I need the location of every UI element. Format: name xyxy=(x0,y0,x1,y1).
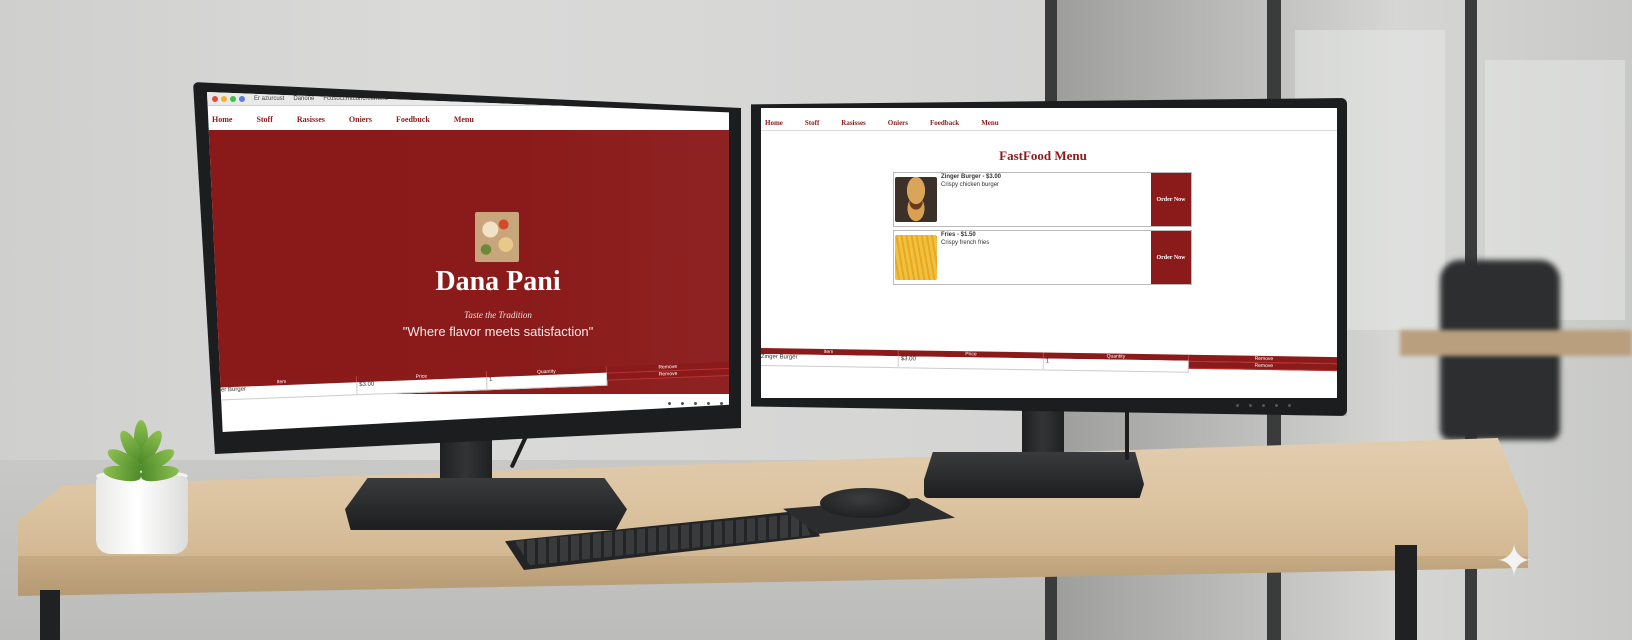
nav-feedback[interactable]: Foedbuck xyxy=(396,115,430,124)
nav-menu[interactable]: Menu xyxy=(454,115,474,124)
background-table xyxy=(1400,330,1632,356)
hero-banner: Dana Pani Taste the Tradition "Where fla… xyxy=(207,130,729,394)
new-tab-button[interactable]: + xyxy=(396,96,400,102)
browser-tab[interactable]: Er azurcust xyxy=(254,96,284,102)
menu-item-card: Fries - $1.50 Crispy french fries Order … xyxy=(893,230,1192,285)
menu-item-desc: Crispy french fries xyxy=(941,240,990,246)
right-monitor-base xyxy=(924,452,1144,498)
right-screen: Home Stoff Rasisses Oniers Foedback Menu… xyxy=(761,108,1337,398)
monitor-cable xyxy=(1125,405,1129,460)
nav-rasisses[interactable]: Rasisses xyxy=(297,115,325,124)
order-now-button[interactable]: Order Now xyxy=(1151,231,1191,284)
hero-subtitle: Taste the Tradition xyxy=(464,310,532,320)
menu-item-title: Zinger Burger - $3.00 xyxy=(941,174,1002,180)
left-screen: Er azurcust Danone Fcosoct.mtconcreement… xyxy=(207,92,729,432)
cart-cell-quantity: 1 xyxy=(1043,358,1189,373)
left-monitor-base xyxy=(345,478,627,530)
site-nav: Home Stoff Rasisses Oniers Foedback Menu xyxy=(761,116,1337,131)
fries-photo xyxy=(895,235,937,280)
browser-tab[interactable]: Danone xyxy=(293,96,314,102)
nav-menu[interactable]: Menu xyxy=(981,119,999,127)
cart-col-quantity: Quantity 1 xyxy=(1043,352,1189,373)
right-monitor: Home Stoff Rasisses Oniers Foedback Menu… xyxy=(751,98,1347,416)
nav-home[interactable]: Home xyxy=(765,119,783,127)
cart-table: Item Zinger Burger Price $3.00 Quantity … xyxy=(761,348,1337,375)
browser-menu-dot[interactable] xyxy=(239,95,245,102)
window-minimize-dot[interactable] xyxy=(221,95,227,102)
hero-food-image xyxy=(475,212,519,262)
menu-item-title: Fries - $1.50 xyxy=(941,232,976,238)
nav-staff[interactable]: Stoff xyxy=(805,119,819,127)
order-now-button[interactable]: Order Now xyxy=(1151,173,1191,226)
menu-item-card: Zinger Burger - $3.00 Crispy chicken bur… xyxy=(893,172,1192,227)
desk-leg xyxy=(1395,545,1417,640)
desk-leg xyxy=(40,590,60,640)
hero-title: Dana Pani xyxy=(435,266,561,297)
hero-quote: "Where flavor meets satisfaction" xyxy=(402,324,594,339)
nav-feedback[interactable]: Foedback xyxy=(930,119,959,127)
left-monitor: Er azurcust Danone Fcosoct.mtconcreement… xyxy=(193,82,741,454)
cart-cell-item: Zinger Burger xyxy=(761,353,899,369)
cart-col-price: Price $3.00 xyxy=(898,350,1044,371)
nav-orders[interactable]: Oniers xyxy=(888,119,908,127)
nav-home[interactable]: Home xyxy=(212,115,232,124)
site-nav: Home Stoff Rasisses Oniers Foedbuck Menu xyxy=(207,110,729,128)
menu-item-desc: Crispy chicken burger xyxy=(941,182,1000,188)
window-maximize-dot[interactable] xyxy=(230,95,236,102)
nav-rasisses[interactable]: Rasisses xyxy=(841,119,866,127)
nav-staff[interactable]: Stoff xyxy=(256,115,272,124)
nav-orders[interactable]: Oniers xyxy=(349,115,372,124)
cart-col-actions: Remove Remove xyxy=(1188,354,1337,375)
monitor-buttons xyxy=(668,402,723,405)
cart-col-item: Item Zinger Burger xyxy=(761,348,899,369)
sparkle-icon: ✦ xyxy=(1495,536,1533,587)
browser-tab[interactable]: Fcosoct.mtconcreement xyxy=(323,96,387,102)
burger-photo xyxy=(895,177,937,222)
cart-cell-price: $3.00 xyxy=(898,356,1044,371)
monitor-buttons xyxy=(1236,404,1291,407)
computer-mouse[interactable] xyxy=(820,488,910,518)
remove-button[interactable]: Remove xyxy=(1188,361,1337,372)
window-close-dot[interactable] xyxy=(212,95,218,102)
plant-pot xyxy=(96,476,188,554)
menu-title: FastFood Menu xyxy=(999,148,1087,163)
